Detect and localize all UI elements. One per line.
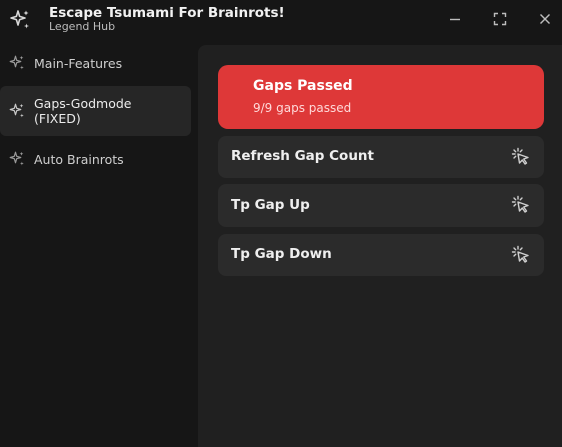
minimize-icon bbox=[450, 18, 460, 21]
tp-gap-up-button[interactable]: Tp Gap Up bbox=[218, 184, 544, 227]
status-text: 9/9 gaps passed bbox=[253, 101, 352, 115]
status-title: Gaps Passed bbox=[253, 78, 353, 94]
pointer-click-icon bbox=[511, 245, 529, 263]
close-icon bbox=[540, 14, 550, 24]
sidebar-item-main-features[interactable]: Main-Features bbox=[0, 50, 191, 76]
window-subtitle: Legend Hub bbox=[49, 20, 116, 33]
sparkles-icon bbox=[9, 151, 24, 166]
app-window: Escape Tsumami For Brainrots! Legend Hub bbox=[0, 0, 562, 447]
button-label: Tp Gap Up bbox=[231, 197, 310, 213]
tp-gap-down-button[interactable]: Tp Gap Down bbox=[218, 234, 544, 276]
sparkles-icon bbox=[9, 103, 24, 118]
refresh-gap-count-button[interactable]: Refresh Gap Count bbox=[218, 136, 544, 178]
gaps-passed-card: Gaps Passed 9/9 gaps passed bbox=[218, 65, 544, 129]
minimize-button[interactable] bbox=[446, 10, 464, 28]
sparkles-icon bbox=[9, 55, 24, 70]
maximize-button[interactable] bbox=[491, 10, 509, 28]
sidebar-item-auto-brainrots[interactable]: Auto Brainrots bbox=[0, 146, 191, 172]
sidebar-item-label: Auto Brainrots bbox=[34, 152, 124, 167]
maximize-icon bbox=[493, 12, 507, 26]
title-bar: Escape Tsumami For Brainrots! Legend Hub bbox=[0, 0, 562, 40]
pointer-click-icon bbox=[511, 147, 529, 165]
sidebar-item-label: Gaps-Godmode (FIXED) bbox=[34, 96, 132, 126]
content-panel: Gaps Passed 9/9 gaps passed Refresh Gap … bbox=[198, 45, 562, 447]
sidebar-item-label: Main-Features bbox=[34, 56, 123, 71]
sidebar: Main-Features Gaps-Godmode (FIXED) Auto … bbox=[0, 40, 196, 447]
sidebar-item-gaps-godmode[interactable]: Gaps-Godmode (FIXED) bbox=[0, 86, 191, 136]
button-label: Refresh Gap Count bbox=[231, 148, 374, 164]
sparkles-icon bbox=[10, 10, 29, 29]
button-label: Tp Gap Down bbox=[231, 246, 332, 262]
pointer-click-icon bbox=[511, 195, 529, 213]
window-title: Escape Tsumami For Brainrots! bbox=[49, 5, 285, 21]
close-button[interactable] bbox=[536, 10, 554, 28]
